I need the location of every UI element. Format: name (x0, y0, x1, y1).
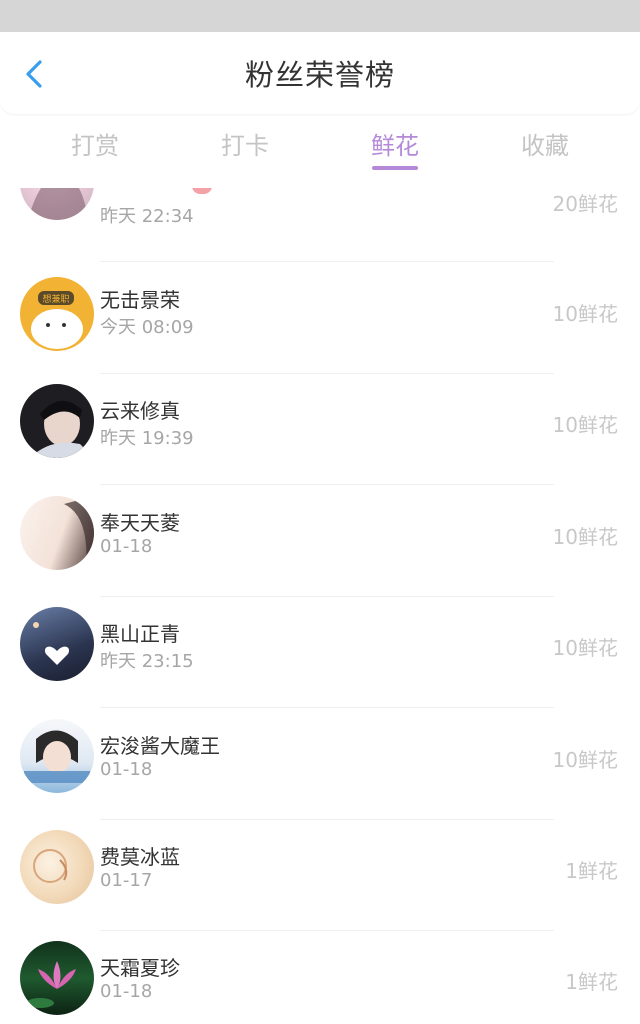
avatar (20, 830, 94, 904)
avatar (20, 496, 94, 570)
avatar (20, 384, 94, 458)
flower-count: 10鲜花 (552, 525, 618, 549)
fan-time: 昨天 22:34 (100, 206, 194, 227)
fan-time: 01-17 (100, 870, 153, 891)
svg-text:想兼职: 想兼职 (42, 293, 69, 305)
fan-row[interactable]: 想兼职 无击景荣 今天 08:09 10鲜花 (0, 262, 640, 374)
fan-time: 昨天 19:39 (100, 428, 194, 449)
flower-count: 1鲜花 (565, 859, 618, 883)
fan-row[interactable]: 天霜夏珍 01-18 1鲜花 (0, 930, 640, 1024)
flower-count: 10鲜花 (552, 413, 618, 437)
tab-favorites[interactable]: 收藏 (485, 126, 605, 161)
fan-row[interactable]: 云来修真 昨天 19:39 10鲜花 (0, 373, 640, 485)
fan-row[interactable]: 黑山正青 昨天 23:15 10鲜花 (0, 596, 640, 708)
fan-name: 天霜夏珍 (100, 956, 180, 980)
flower-count: 1鲜花 (565, 970, 618, 994)
avatar (20, 188, 94, 220)
avatar (20, 719, 94, 793)
flower-count: 10鲜花 (552, 748, 618, 772)
fan-name: 费莫冰蓝 (100, 845, 180, 869)
avatar: 想兼职 (20, 277, 94, 351)
fan-name: 云来修真 (100, 399, 180, 423)
flower-count: 20鲜花 (552, 192, 618, 216)
flower-count: 10鲜花 (552, 302, 618, 326)
flower-count: 10鲜花 (552, 636, 618, 660)
avatar (20, 607, 94, 681)
level-badge (192, 188, 212, 194)
page-title: 粉丝荣誉榜 (244, 58, 395, 92)
fan-row[interactable]: 宏浚酱大魔王 01-18 10鲜花 (0, 708, 640, 820)
fan-row[interactable]: 费莫冰蓝 01-17 1鲜花 (0, 819, 640, 931)
active-tab-indicator (372, 166, 418, 170)
fan-row[interactable]: 昨天 22:34 20鲜花 (0, 188, 640, 262)
fan-name: 宏浚酱大魔王 (100, 734, 220, 758)
tab-checkin[interactable]: 打卡 (185, 126, 305, 161)
fan-name: 黑山正青 (100, 622, 180, 646)
header: 粉丝荣誉榜 (0, 32, 640, 114)
avatar (20, 941, 94, 1015)
fan-row[interactable]: 奉天天菱 01-18 10鲜花 (0, 485, 640, 597)
fan-time: 01-18 (100, 759, 153, 780)
fan-time: 01-18 (100, 981, 153, 1002)
fan-name: 奉天天菱 (100, 511, 180, 535)
tab-bar: 打赏 打卡 鲜花 收藏 (0, 114, 640, 188)
fan-time: 昨天 23:15 (100, 651, 194, 672)
status-bar (0, 0, 640, 32)
fan-name: 无击景荣 (100, 288, 180, 312)
fan-list: 昨天 22:34 20鲜花 想兼职 无击景荣 今天 08:09 10鲜花 云来修 (0, 188, 640, 1024)
fan-time: 01-18 (100, 536, 153, 557)
fan-time: 今天 08:09 (100, 317, 194, 338)
tab-reward[interactable]: 打赏 (35, 126, 155, 161)
tab-flowers[interactable]: 鲜花 (335, 126, 455, 161)
